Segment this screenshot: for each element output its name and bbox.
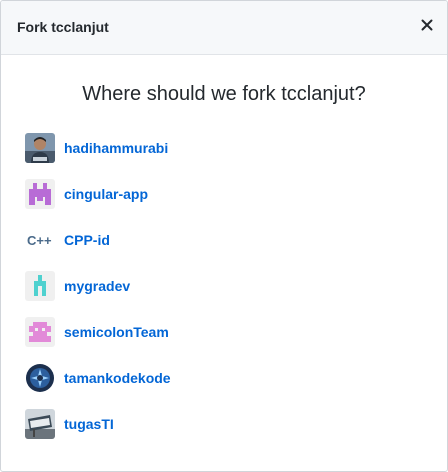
fork-heading: Where should we fork tcclanjut?: [82, 83, 366, 105]
org-item-cingular-app[interactable]: cingular-app: [25, 179, 171, 209]
org-name: semicolonTeam: [64, 324, 169, 340]
road-sign-avatar: [25, 409, 55, 439]
org-name: tamankodekode: [64, 370, 171, 386]
org-list: hadihammurabi cingular-app C++ CPP-id my…: [25, 133, 171, 455]
close-icon: [421, 19, 433, 31]
org-name: mygradev: [64, 278, 131, 294]
teal-pixel-avatar: [25, 271, 55, 301]
org-item-tugasti[interactable]: tugasTI: [25, 409, 171, 439]
org-item-semicolonteam[interactable]: semicolonTeam: [25, 317, 171, 347]
org-name: hadihammurabi: [64, 140, 169, 156]
user-photo-avatar: [25, 133, 55, 163]
svg-text:C++: C++: [27, 233, 52, 248]
dialog-header: Fork tcclanjut: [1, 1, 447, 55]
purple-pixel-avatar: [25, 179, 55, 209]
org-item-mygradev[interactable]: mygradev: [25, 271, 171, 301]
pink-pixel-avatar: [25, 317, 55, 347]
org-name: cingular-app: [64, 186, 149, 202]
org-item-hadihammurabi[interactable]: hadihammurabi: [25, 133, 171, 163]
org-item-cpp-id[interactable]: C++ CPP-id: [25, 225, 171, 255]
org-item-tamankodekode[interactable]: tamankodekode: [25, 363, 171, 393]
blue-badge-avatar: [25, 363, 55, 393]
fork-dialog: Fork tcclanjut Where should we fork tccl…: [0, 0, 448, 472]
dialog-title: Fork tcclanjut: [17, 19, 109, 35]
org-name: tugasTI: [64, 416, 114, 432]
close-button[interactable]: [417, 15, 437, 35]
cpp-logo-avatar: C++: [25, 225, 55, 255]
org-name: CPP-id: [64, 232, 110, 248]
